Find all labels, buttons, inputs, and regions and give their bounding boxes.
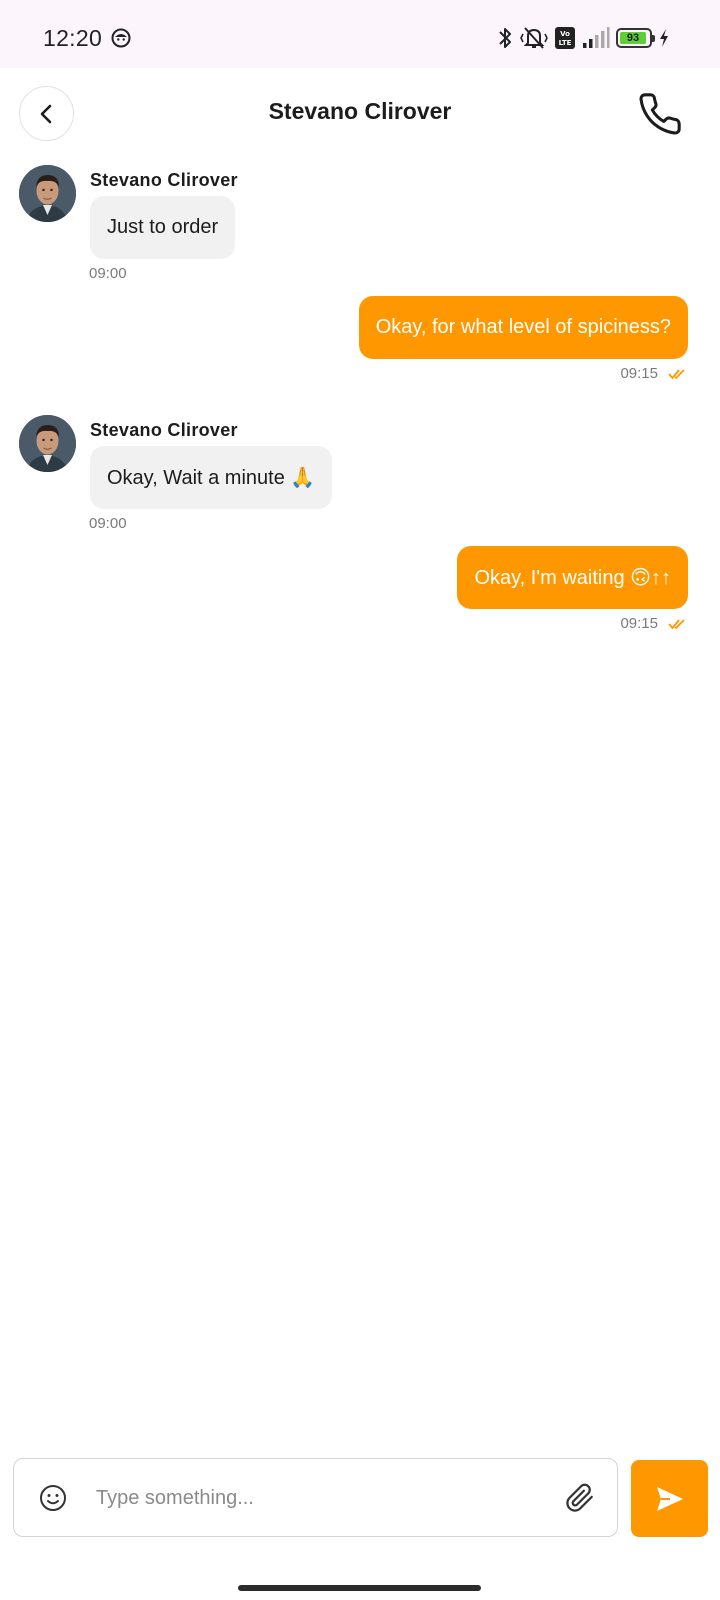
- smiley-notification-icon: [111, 28, 131, 48]
- battery-fill: 93: [620, 31, 647, 44]
- message-time: 09:00: [89, 515, 127, 532]
- message-time: 09:00: [89, 265, 127, 282]
- charging-icon: [660, 29, 668, 47]
- avatar[interactable]: [19, 415, 76, 472]
- message-meta-outgoing: 09:15: [620, 615, 686, 632]
- battery-level: 93: [626, 31, 640, 44]
- contact-name-title: Stevano Clirover: [268, 98, 452, 124]
- send-icon: [656, 1486, 683, 1511]
- battery-icon: 93: [616, 28, 655, 48]
- double-check-icon: [668, 618, 685, 629]
- status-time: 12:20: [43, 25, 103, 51]
- svg-text:LTE: LTE: [559, 39, 572, 47]
- message-composer: [13, 1458, 618, 1537]
- message-bubble-outgoing[interactable]: Okay, I'm waiting 🙃↑↑: [457, 546, 688, 609]
- contact-avatar-image: [19, 415, 76, 472]
- volte-icon: Vo LTE: [555, 27, 575, 49]
- message-bubble[interactable]: Okay, Wait a minute 🙏: [90, 446, 333, 509]
- home-indicator[interactable]: [238, 1585, 481, 1591]
- status-bar: 12:20 Vo LTE 93: [0, 0, 720, 68]
- call-button[interactable]: [636, 90, 684, 138]
- vibrate-off-icon: [520, 27, 548, 49]
- svg-text:Vo: Vo: [560, 30, 570, 38]
- message-meta-outgoing: 09:15: [620, 365, 686, 382]
- phone-icon: [639, 93, 681, 135]
- chat-header: Stevano Clirover: [0, 68, 720, 160]
- double-check-icon: [668, 368, 685, 379]
- status-icons: Vo LTE 93: [496, 24, 670, 52]
- contact-avatar-image: [19, 165, 76, 222]
- send-button[interactable]: [631, 1460, 708, 1537]
- message-bubble[interactable]: Just to order: [90, 196, 236, 259]
- paperclip-icon[interactable]: [565, 1481, 595, 1515]
- message-input[interactable]: [96, 1479, 536, 1517]
- message-time: 09:15: [620, 615, 658, 632]
- message-bubble-outgoing[interactable]: Okay, for what level of spiciness?: [358, 296, 688, 359]
- message-time: 09:15: [620, 365, 658, 382]
- sender-name: Stevano Clirover: [90, 170, 238, 190]
- sender-name: Stevano Clirover: [90, 420, 238, 440]
- emoji-icon[interactable]: [38, 1483, 68, 1513]
- bluetooth-icon: [499, 28, 511, 48]
- signal-icon: [583, 27, 610, 48]
- avatar[interactable]: [19, 165, 76, 222]
